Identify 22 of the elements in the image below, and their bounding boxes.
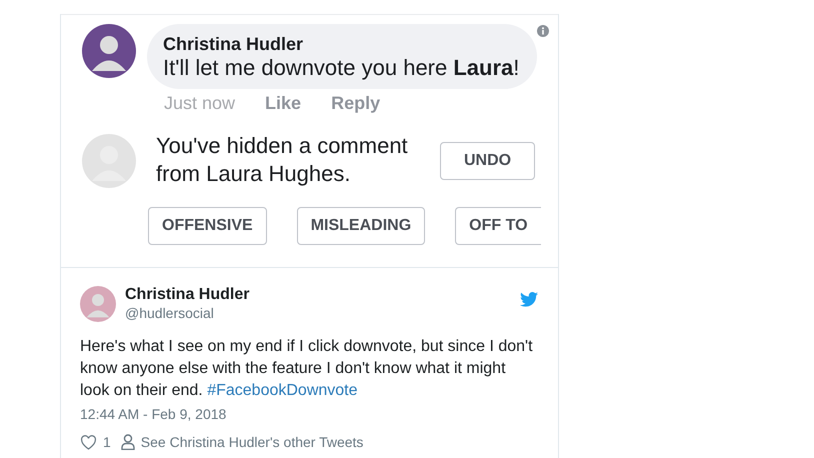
comment-time: Just now [164,92,236,114]
reason-button[interactable]: OFF TO [455,207,541,245]
commenter-name[interactable]: Christina Hudler [163,33,521,55]
comment-text: It'll let me downvote you here Laura! [163,55,520,81]
info-icon[interactable] [537,25,549,37]
undo-button[interactable]: UNDO [440,142,536,180]
like-count: 1 [103,434,111,450]
reason-button[interactable]: OFFENSIVE [148,207,267,245]
person-icon [120,434,135,450]
hashtag-link[interactable]: #FacebookDownvote [207,382,358,399]
avatar [82,24,136,78]
avatar [82,134,136,188]
other-tweets-link[interactable]: See Christina Hudler's other Tweets [140,434,364,450]
tweet-timestamp[interactable]: 12:44 AM - Feb 9, 2018 [80,406,538,422]
heart-icon[interactable] [80,434,97,450]
tweet-text: Here's what I see on my end if I click downvote, but since I don't know anyone else with the feature I don't know what it might look on their end. #FacebookDownvote [80,337,534,401]
reason-button[interactable]: MISLEADING [296,207,426,245]
author-name[interactable]: Christina Hudler [125,285,250,304]
hidden-comment-notice: You've hidden a comment from Laura Hughes. [156,132,409,188]
avatar [80,286,116,322]
author-handle[interactable]: @hudlersocial [125,304,250,322]
bird-icon[interactable] [520,292,538,307]
